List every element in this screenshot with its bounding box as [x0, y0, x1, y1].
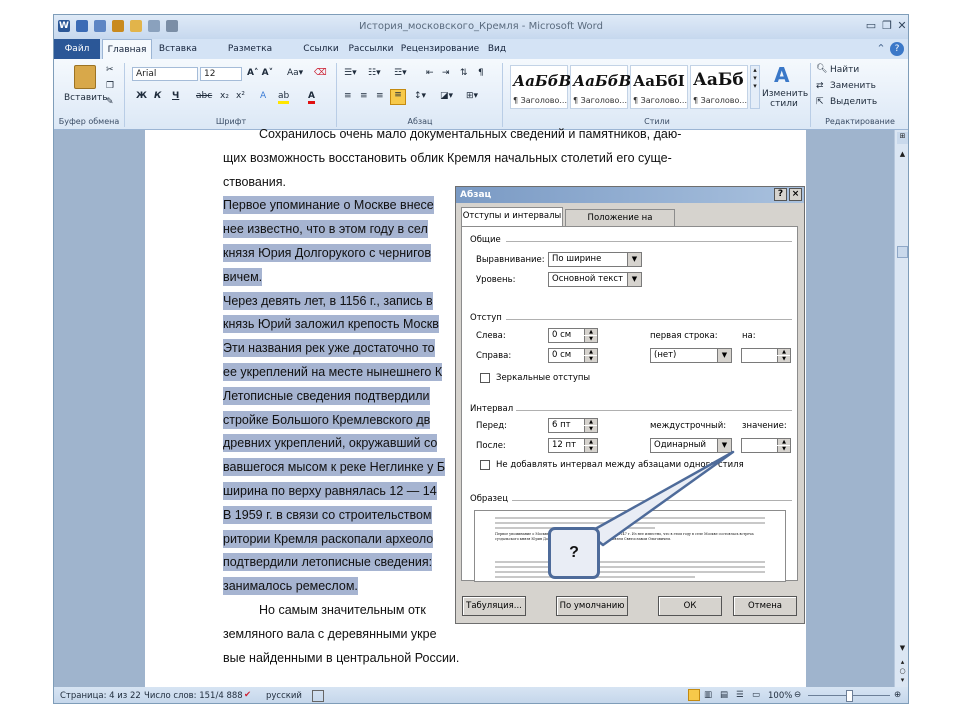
callout-pointer	[586, 450, 735, 547]
question-callout: ?	[548, 527, 600, 579]
